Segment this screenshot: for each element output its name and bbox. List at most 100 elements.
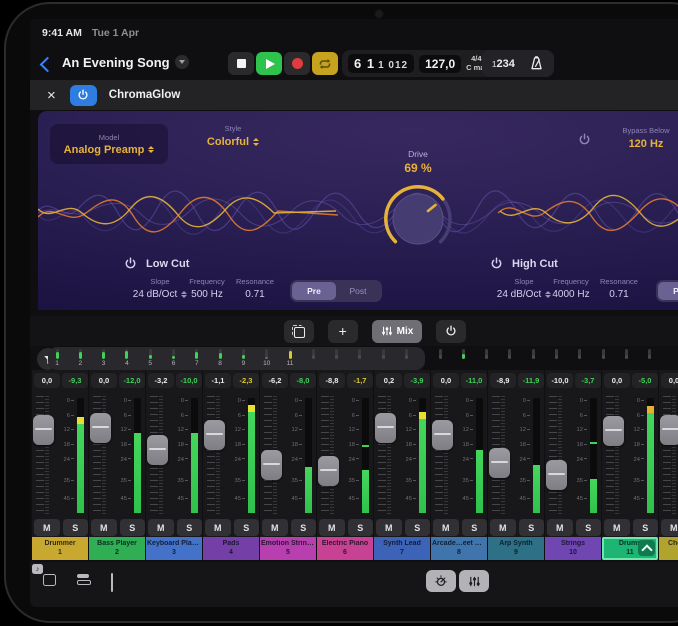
count-in-button[interactable]: 1234 <box>492 58 515 70</box>
volume-value[interactable]: -3,2 <box>148 373 174 388</box>
solo-button[interactable]: S <box>63 519 89 536</box>
volume-value[interactable]: 0,0 <box>34 373 60 388</box>
navigator-track-offscreen[interactable] <box>525 349 541 369</box>
bypass-below-control[interactable]: Bypass Below 120 Hz <box>600 126 678 150</box>
pre-option[interactable]: Pre <box>292 282 336 300</box>
cycle-button[interactable] <box>312 52 338 75</box>
navigator-track-offscreen[interactable] <box>549 349 565 369</box>
solo-button[interactable]: S <box>177 519 203 536</box>
track-name-footer[interactable]: Synth Lead7 <box>374 537 430 560</box>
fader-handle[interactable] <box>432 420 453 450</box>
navigator-track-4[interactable]: 4 <box>119 349 135 369</box>
style-selector[interactable]: Style Colorful <box>178 124 288 148</box>
mute-button[interactable]: M <box>262 519 288 536</box>
navigator-track-offscreen[interactable] <box>305 349 321 369</box>
mute-button[interactable]: M <box>91 519 117 536</box>
close-plugin-button[interactable]: × <box>47 87 56 104</box>
navigator-track-offscreen[interactable] <box>642 349 658 369</box>
browser-button[interactable] <box>77 574 91 585</box>
navigator-track-9[interactable]: 9 <box>235 349 251 369</box>
volume-value[interactable]: -1,1 <box>205 373 231 388</box>
fader-handle[interactable] <box>318 456 339 486</box>
fader-handle[interactable] <box>603 416 624 446</box>
navigator-track-offscreen[interactable] <box>479 349 495 369</box>
mixer-faders-button[interactable] <box>459 570 489 592</box>
navigator-track-11[interactable]: 11 <box>282 349 298 369</box>
mute-button[interactable]: M <box>433 519 459 536</box>
navigator-track-1[interactable]: 1 <box>49 349 65 369</box>
fader-handle[interactable] <box>375 413 396 443</box>
tempo-display[interactable]: 127,0 <box>419 55 461 73</box>
track-name-footer[interactable]: Keyboard Player3 <box>146 537 202 560</box>
stop-button[interactable] <box>228 52 254 75</box>
navigator-track-offscreen[interactable] <box>618 349 634 369</box>
mute-button[interactable]: M <box>148 519 174 536</box>
bypass-power-button[interactable] <box>578 133 591 151</box>
track-name-footer[interactable]: Strings10 <box>545 537 601 560</box>
mute-button[interactable]: M <box>547 519 573 536</box>
mute-button[interactable]: M <box>604 519 630 536</box>
solo-button[interactable]: S <box>234 519 260 536</box>
navigator-track-offscreen[interactable] <box>572 349 588 369</box>
solo-button[interactable]: S <box>519 519 545 536</box>
track-name-footer[interactable]: Drummer1 <box>32 537 88 560</box>
mute-button[interactable]: M <box>34 519 60 536</box>
navigator-track-3[interactable]: 3 <box>96 349 112 369</box>
model-selector[interactable]: Model Analog Preamp <box>50 124 168 164</box>
volume-value[interactable]: -8,9 <box>490 373 516 388</box>
navigator-track-offscreen[interactable] <box>455 349 471 369</box>
song-title[interactable]: An Evening Song <box>62 55 170 70</box>
post-option[interactable]: Post <box>336 282 380 300</box>
navigator-track-8[interactable]: 8 <box>212 349 228 369</box>
fader-handle[interactable] <box>204 420 225 450</box>
track-name-footer[interactable]: Electric Piano6 <box>317 537 373 560</box>
fader-handle[interactable] <box>546 460 567 490</box>
solo-button[interactable]: S <box>462 519 488 536</box>
drive-knob[interactable] <box>380 181 456 257</box>
fader-handle[interactable] <box>660 415 678 445</box>
mixer-power-button[interactable] <box>436 320 466 343</box>
navigator-track-7[interactable]: 7 <box>189 349 205 369</box>
play-surface-button[interactable] <box>111 574 113 592</box>
song-menu-button[interactable] <box>175 55 189 69</box>
high-cut-resonance[interactable]: Resonance 0.71 <box>590 277 648 300</box>
play-button[interactable] <box>256 52 282 75</box>
volume-value[interactable]: 0,0 <box>661 373 678 388</box>
fader-handle[interactable] <box>489 448 510 478</box>
track-name-footer[interactable]: Arcade…eet Pad8 <box>431 537 487 560</box>
solo-button[interactable]: S <box>576 519 602 536</box>
fader-handle[interactable] <box>90 413 111 443</box>
track-name-footer[interactable]: Chorus V…12 <box>659 537 678 560</box>
add-track-button[interactable]: + <box>328 320 358 343</box>
navigator-track-6[interactable]: 6 <box>166 349 182 369</box>
navigator-track-offscreen[interactable] <box>329 349 345 369</box>
smart-controls-button[interactable] <box>426 570 456 592</box>
solo-button[interactable]: S <box>633 519 659 536</box>
mix-view-button[interactable]: Mix <box>372 320 423 343</box>
mute-button[interactable]: M <box>376 519 402 536</box>
back-button[interactable] <box>42 57 53 75</box>
mute-button[interactable]: M <box>661 519 678 536</box>
solo-button[interactable]: S <box>291 519 317 536</box>
track-name-footer[interactable]: Pads4 <box>203 537 259 560</box>
volume-value[interactable]: -10,0 <box>547 373 573 388</box>
mute-button[interactable]: M <box>490 519 516 536</box>
track-name-footer[interactable]: Drums11 <box>602 537 658 560</box>
playhead-position[interactable]: 6 1 1 012 <box>348 54 414 73</box>
low-cut-resonance[interactable]: Resonance 0.71 <box>226 277 284 300</box>
navigator-track-offscreen[interactable] <box>432 349 448 369</box>
volume-value[interactable]: 0,0 <box>604 373 630 388</box>
mute-button[interactable]: M <box>205 519 231 536</box>
navigator-track-5[interactable]: 5 <box>142 349 158 369</box>
expand-track-button[interactable] <box>638 540 655 556</box>
metronome-button[interactable] <box>529 56 544 71</box>
mute-button[interactable]: M <box>319 519 345 536</box>
pre-option[interactable]: Pre <box>658 282 678 300</box>
volume-value[interactable]: 0,2 <box>376 373 402 388</box>
volume-value[interactable]: -8,8 <box>319 373 345 388</box>
solo-button[interactable]: S <box>348 519 374 536</box>
navigator-track-offscreen[interactable] <box>399 349 415 369</box>
plugin-power-button[interactable] <box>70 85 97 106</box>
duplicate-button[interactable] <box>284 320 314 343</box>
high-cut-power-button[interactable]: High Cut <box>490 257 558 270</box>
